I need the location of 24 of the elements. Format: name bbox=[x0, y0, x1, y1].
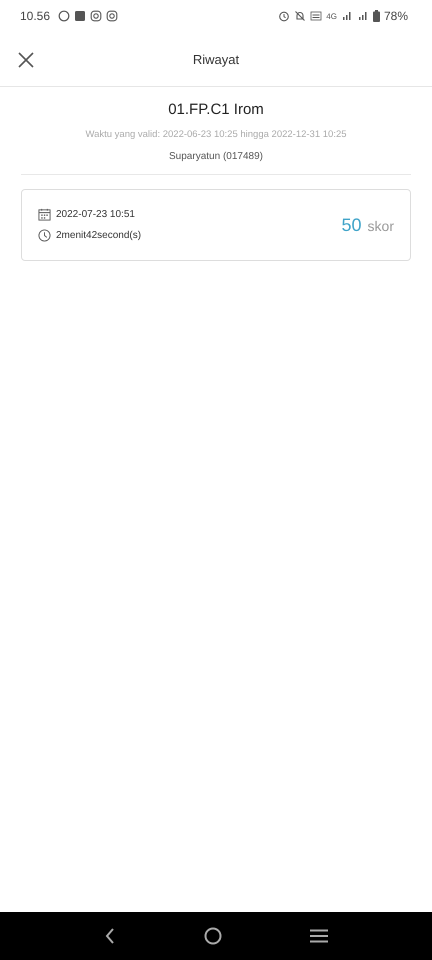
home-icon[interactable] bbox=[204, 927, 222, 945]
record-duration: 2menit42second(s) bbox=[56, 230, 142, 241]
menu-icon[interactable] bbox=[310, 929, 328, 943]
battery-icon bbox=[372, 10, 380, 22]
calendar-icon bbox=[38, 208, 51, 221]
record-card[interactable]: 2022-07-23 10:51 2menit42second(s) 50 skor bbox=[21, 189, 411, 261]
camera-icon bbox=[90, 10, 102, 22]
user-name: Suparyatun (017489) bbox=[169, 151, 263, 162]
score-unit: skor bbox=[368, 218, 394, 234]
battery-level: 78% bbox=[384, 9, 408, 23]
signal-icon bbox=[340, 10, 353, 22]
alarm-icon bbox=[278, 10, 290, 22]
clock-icon bbox=[38, 229, 51, 242]
signal-icon bbox=[356, 10, 369, 22]
score-value: 50 bbox=[342, 214, 362, 236]
camera-icon bbox=[106, 10, 118, 22]
validity-text: Waktu yang valid: 2022-06-23 10:25 hingga 2022-12-31 10:25 bbox=[85, 129, 347, 140]
mute-icon bbox=[294, 10, 306, 22]
page-title: Riwayat bbox=[192, 52, 240, 66]
status-time: 10.56 bbox=[20, 9, 50, 23]
network-type: 4G bbox=[326, 12, 337, 20]
record-date: 2022-07-23 10:51 bbox=[56, 209, 135, 220]
exam-title: 01.FP.C1 Irom bbox=[168, 100, 264, 120]
back-icon[interactable] bbox=[104, 927, 116, 945]
